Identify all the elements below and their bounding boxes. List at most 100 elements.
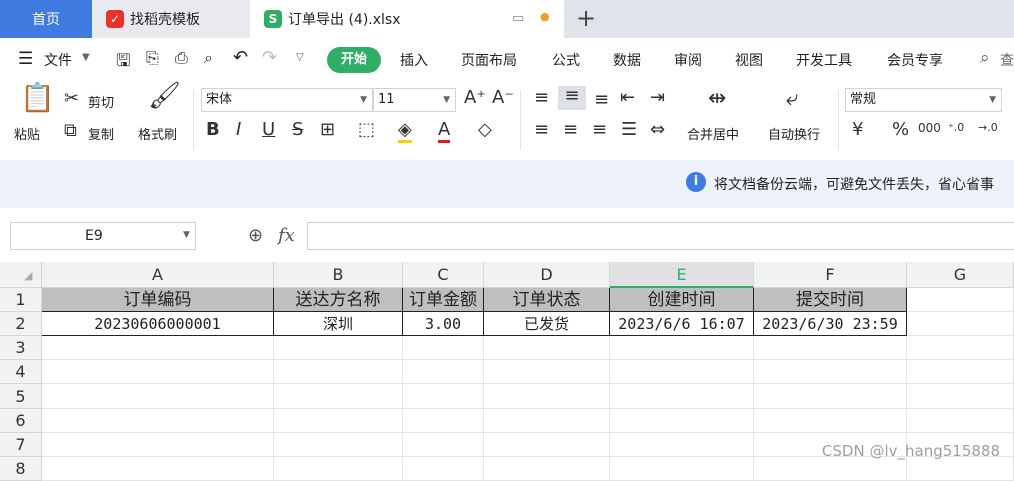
cell-c8[interactable] [403,457,484,481]
cell-f2[interactable]: 2023/6/30 23:59 [754,312,907,336]
formula-input[interactable] [307,222,1014,250]
merge-icon[interactable]: ⇹ [708,88,726,110]
menu-review[interactable]: 审阅 [674,50,702,70]
cell-e3[interactable] [610,336,754,360]
font-size-select[interactable]: 11 ▼ [373,88,456,112]
copy-button[interactable]: 复制 [88,124,114,143]
cell-g5[interactable] [907,384,1014,409]
number-format-select[interactable]: 常规 ▼ [845,88,1002,112]
undo-icon[interactable]: ↶ [233,47,248,68]
cell-b6[interactable] [274,409,403,433]
export-icon[interactable]: ⎘ [146,48,159,68]
cell-a2[interactable]: 20230606000001 [42,312,274,336]
increase-decimal-icon[interactable]: ⁺.0 [948,118,964,138]
currency-icon[interactable]: ¥ [852,120,863,140]
row-header-3[interactable]: 3 [0,336,42,360]
menu-file[interactable]: 文件 [44,50,72,70]
menu-data[interactable]: 数据 [613,50,641,70]
cell-g8[interactable] [907,457,1014,481]
justify-icon[interactable]: ☰ [621,120,637,140]
cell-e2[interactable]: 2023/6/6 16:07 [610,312,754,336]
search-label[interactable]: 查 [1000,50,1014,70]
cell-b1[interactable]: 送达方名称 [274,288,403,312]
column-header-f[interactable]: F [754,262,907,288]
align-right-icon[interactable]: ≡ [592,120,607,140]
cell-style-icon[interactable]: ⬚ [358,120,375,140]
chevron-down-icon[interactable]: ▼ [82,52,90,63]
cell-d6[interactable] [484,409,610,433]
distribute-icon[interactable]: ⇔ [650,120,665,140]
format-painter-button[interactable]: 格式刷 [138,124,177,143]
new-tab-button[interactable]: + [576,4,596,32]
cell-c4[interactable] [403,360,484,384]
percent-icon[interactable]: % [892,120,909,140]
zoom-icon[interactable]: ⊕ [248,225,263,246]
copy-icon[interactable]: ⧉ [64,121,77,141]
print-icon[interactable]: ⎙ [175,48,188,68]
cell-a5[interactable] [42,384,274,409]
tab-home[interactable]: 首页 [0,0,92,38]
cell-g1[interactable] [907,288,1014,312]
cell-f1[interactable]: 提交时间 [754,288,907,312]
wrap-icon[interactable]: ⤶ [786,88,798,110]
cell-b8[interactable] [274,457,403,481]
cell-c5[interactable] [403,384,484,409]
cell-d2[interactable]: 已发货 [484,312,610,336]
row-header-5[interactable]: 5 [0,384,42,409]
cell-a7[interactable] [42,433,274,457]
column-header-e[interactable]: E [610,262,754,288]
monitor-icon[interactable]: ▭ [512,11,524,26]
row-header-8[interactable]: 8 [0,457,42,481]
cell-f6[interactable] [754,409,907,433]
increase-indent-icon[interactable]: ⇥ [650,88,665,108]
hamburger-icon[interactable]: ☰ [18,49,33,69]
search-icon[interactable]: ⌕ [980,48,990,68]
cell-a6[interactable] [42,409,274,433]
cell-e6[interactable] [610,409,754,433]
cell-f4[interactable] [754,360,907,384]
menu-view[interactable]: 视图 [735,50,763,70]
cell-d1[interactable]: 订单状态 [484,288,610,312]
cell-d7[interactable] [484,433,610,457]
cell-a8[interactable] [42,457,274,481]
cell-g4[interactable] [907,360,1014,384]
align-middle-icon[interactable]: ≡ [558,86,586,110]
merge-button[interactable]: 合并居中 [687,124,739,143]
cell-c7[interactable] [403,433,484,457]
cell-e5[interactable] [610,384,754,409]
cell-a1[interactable]: 订单编码 [42,288,274,312]
menu-formula[interactable]: 公式 [552,50,580,70]
chevron-down-icon[interactable]: ▼ [183,230,190,240]
cell-b2[interactable]: 深圳 [274,312,403,336]
strikethrough-icon[interactable]: S [292,120,303,140]
fill-color-icon[interactable]: ◈ [398,120,412,143]
tab-template[interactable]: ✓ 找稻壳模板 [92,0,250,38]
row-header-6[interactable]: 6 [0,409,42,433]
cell-f3[interactable] [754,336,907,360]
decrease-indent-icon[interactable]: ⇤ [620,88,635,108]
cut-button[interactable]: 剪切 [88,92,114,111]
cell-b3[interactable] [274,336,403,360]
decrease-decimal-icon[interactable]: →.0 [978,118,998,138]
cell-a4[interactable] [42,360,274,384]
print-preview-icon[interactable]: ⌕ [204,48,213,68]
cell-g2[interactable] [907,312,1014,336]
menu-layout[interactable]: 页面布局 [461,50,517,70]
align-top-icon[interactable]: ≡ [534,88,549,108]
cell-g3[interactable] [907,336,1014,360]
align-center-icon[interactable]: ≡ [563,120,578,140]
redo-icon[interactable]: ↷ [262,47,277,68]
cell-d3[interactable] [484,336,610,360]
increase-font-icon[interactable]: A⁺ [464,88,486,108]
row-header-7[interactable]: 7 [0,433,42,457]
name-box[interactable]: E9 ▼ [10,222,196,250]
column-header-d[interactable]: D [484,262,610,288]
info-message[interactable]: 将文档备份云端，可避免文件丢失，省心省事 [714,174,994,194]
thousands-icon[interactable]: 000 [918,118,941,138]
cell-c6[interactable] [403,409,484,433]
menu-insert[interactable]: 插入 [400,50,428,70]
menu-member[interactable]: 会员专享 [887,50,943,70]
decrease-font-icon[interactable]: A⁻ [492,88,514,108]
column-header-b[interactable]: B [274,262,403,288]
wrap-button[interactable]: 自动换行 [768,124,820,143]
